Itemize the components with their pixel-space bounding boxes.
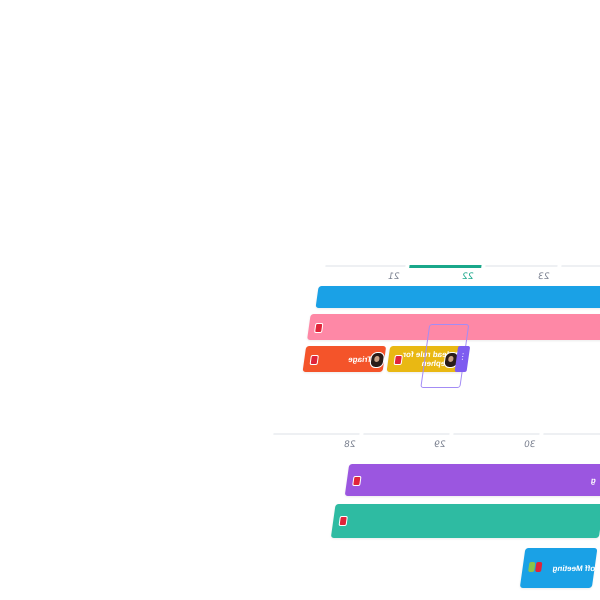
day-header-line bbox=[453, 433, 540, 435]
kick-off-meeting-task-bar[interactable]: Kick-off Meeting bbox=[519, 548, 600, 588]
teal-task-bar[interactable] bbox=[330, 504, 600, 538]
calendar-week-1: 21 22 23 Daily Triage Create lead rule f… bbox=[298, 262, 600, 402]
kick-off-meeting-label: Kick-off Meeting bbox=[551, 564, 600, 573]
assignee-avatar-icon[interactable] bbox=[369, 352, 386, 368]
day-label-23[interactable]: 23 bbox=[537, 272, 550, 282]
purple-task-bar[interactable]: g bbox=[344, 464, 600, 496]
priority-flag-icon bbox=[535, 562, 543, 572]
day-header-line bbox=[485, 265, 558, 267]
purple-task-label: g bbox=[590, 476, 597, 485]
day-label-28[interactable]: 28 bbox=[343, 440, 356, 450]
day-header-line bbox=[561, 265, 600, 267]
calendar-scene: 21 22 23 Daily Triage Create lead rule f… bbox=[0, 0, 600, 600]
day-header-line bbox=[273, 433, 360, 435]
day-label-29[interactable]: 29 bbox=[433, 440, 446, 450]
priority-flag-icon bbox=[352, 476, 362, 486]
today-header-line bbox=[409, 265, 482, 268]
day-label-21[interactable]: 21 bbox=[387, 272, 400, 282]
day-label-22-today[interactable]: 22 bbox=[461, 272, 474, 282]
day-header-line bbox=[543, 433, 600, 435]
day-label-30[interactable]: 30 bbox=[523, 440, 536, 450]
day-header-line bbox=[325, 265, 406, 267]
drag-handle[interactable]: ⋮ bbox=[454, 346, 471, 372]
week-2-header: 28 29 30 bbox=[271, 430, 600, 452]
calendar-week-2: 28 29 30 g Kick-off Meeting bbox=[250, 430, 600, 600]
priority-flag-icon bbox=[314, 323, 324, 333]
priority-flag-icon bbox=[338, 516, 348, 526]
day-header-line bbox=[363, 433, 450, 435]
priority-flag-icon bbox=[393, 355, 403, 365]
daily-triage-task-bar[interactable]: Daily Triage bbox=[302, 346, 394, 372]
blue-task-bar[interactable] bbox=[315, 286, 600, 308]
week-1-header: 21 22 23 bbox=[315, 262, 600, 284]
priority-flag-icon bbox=[309, 355, 319, 365]
